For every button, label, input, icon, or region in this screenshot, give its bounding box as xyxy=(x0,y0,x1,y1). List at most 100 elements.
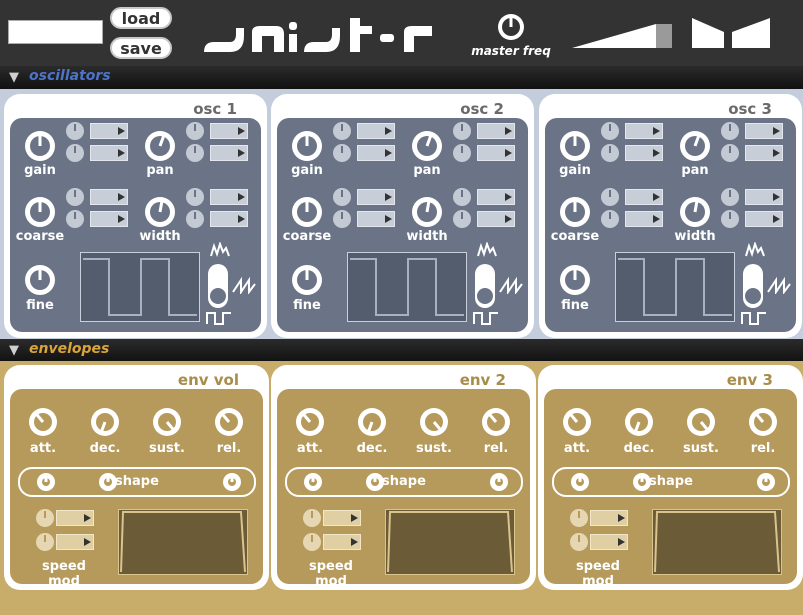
coarse-knob[interactable] xyxy=(291,196,323,228)
mod-amount-dial[interactable] xyxy=(333,144,351,162)
release-knob[interactable] xyxy=(214,407,244,437)
mod-source-dropdown[interactable] xyxy=(357,123,395,139)
preset-name-field[interactable] xyxy=(8,20,103,44)
mod-source-dropdown[interactable] xyxy=(56,534,94,550)
mod-source-dropdown[interactable] xyxy=(357,189,395,205)
width-knob[interactable] xyxy=(411,196,443,228)
mod-source-dropdown[interactable] xyxy=(90,123,128,139)
mod-amount-dial[interactable] xyxy=(66,122,84,140)
gain-knob[interactable] xyxy=(559,130,591,162)
toggle-handle[interactable] xyxy=(210,288,226,304)
shape-knob[interactable] xyxy=(489,472,509,492)
mod-amount-dial[interactable] xyxy=(721,188,739,206)
mod-amount-dial[interactable] xyxy=(186,210,204,228)
mod-amount-dial[interactable] xyxy=(333,210,351,228)
pan-knob[interactable] xyxy=(144,130,176,162)
attack-knob[interactable] xyxy=(295,407,325,437)
shape-knob[interactable] xyxy=(36,472,56,492)
mod-amount-dial[interactable] xyxy=(721,210,739,228)
waveform-toggle[interactable] xyxy=(475,264,495,308)
mod-source-dropdown[interactable] xyxy=(210,145,248,161)
volume-ramp-icon[interactable] xyxy=(572,20,672,50)
mod-source-dropdown[interactable] xyxy=(90,211,128,227)
fine-knob[interactable] xyxy=(291,264,323,296)
mod-amount-dial[interactable] xyxy=(601,144,619,162)
saw-wave-icon[interactable] xyxy=(767,276,791,294)
mod-source-dropdown[interactable] xyxy=(745,145,783,161)
waveform-toggle[interactable] xyxy=(743,264,763,308)
mod-source-dropdown[interactable] xyxy=(90,145,128,161)
noise-wave-icon[interactable] xyxy=(210,242,230,260)
width-knob[interactable] xyxy=(679,196,711,228)
mod-amount-dial[interactable] xyxy=(186,188,204,206)
mod-source-dropdown[interactable] xyxy=(590,510,628,526)
decay-knob[interactable] xyxy=(624,407,654,437)
mod-source-dropdown[interactable] xyxy=(210,211,248,227)
mod-amount-dial[interactable] xyxy=(601,210,619,228)
mod-source-dropdown[interactable] xyxy=(477,145,515,161)
mod-source-dropdown[interactable] xyxy=(477,211,515,227)
decay-knob[interactable] xyxy=(357,407,387,437)
mod-source-dropdown[interactable] xyxy=(357,211,395,227)
shape-knob[interactable] xyxy=(98,472,118,492)
mod-source-dropdown[interactable] xyxy=(323,510,361,526)
shape-knob[interactable] xyxy=(222,472,242,492)
mod-amount-dial[interactable] xyxy=(570,509,588,527)
shape-knob[interactable] xyxy=(303,472,323,492)
square-wave-icon[interactable] xyxy=(473,310,499,326)
mod-amount-dial[interactable] xyxy=(186,122,204,140)
mod-amount-dial[interactable] xyxy=(453,144,471,162)
mod-source-dropdown[interactable] xyxy=(477,123,515,139)
collapse-chevron-icon[interactable]: ▼ xyxy=(9,70,19,85)
mod-source-dropdown[interactable] xyxy=(210,123,248,139)
filter-shape-icon[interactable] xyxy=(692,18,772,48)
fine-knob[interactable] xyxy=(559,264,591,296)
mod-amount-dial[interactable] xyxy=(721,122,739,140)
mod-source-dropdown[interactable] xyxy=(56,510,94,526)
mod-amount-dial[interactable] xyxy=(721,144,739,162)
attack-knob[interactable] xyxy=(562,407,592,437)
waveform-toggle[interactable] xyxy=(208,264,228,308)
pan-knob[interactable] xyxy=(679,130,711,162)
mod-source-dropdown[interactable] xyxy=(90,189,128,205)
fine-knob[interactable] xyxy=(24,264,56,296)
noise-wave-icon[interactable] xyxy=(477,242,497,260)
mod-source-dropdown[interactable] xyxy=(477,189,515,205)
sustain-knob[interactable] xyxy=(152,407,182,437)
decay-knob[interactable] xyxy=(90,407,120,437)
gain-knob[interactable] xyxy=(24,130,56,162)
sustain-knob[interactable] xyxy=(419,407,449,437)
mod-amount-dial[interactable] xyxy=(453,122,471,140)
load-button[interactable]: load xyxy=(110,7,172,29)
mod-source-dropdown[interactable] xyxy=(625,145,663,161)
mod-amount-dial[interactable] xyxy=(601,122,619,140)
shape-knob[interactable] xyxy=(632,472,652,492)
mod-source-dropdown[interactable] xyxy=(745,123,783,139)
mod-amount-dial[interactable] xyxy=(453,210,471,228)
mod-amount-dial[interactable] xyxy=(66,210,84,228)
envelopes-section-header[interactable]: ▼ envelopes xyxy=(0,339,803,362)
saw-wave-icon[interactable] xyxy=(499,276,523,294)
width-knob[interactable] xyxy=(144,196,176,228)
mod-source-dropdown[interactable] xyxy=(323,534,361,550)
release-knob[interactable] xyxy=(748,407,778,437)
mod-amount-dial[interactable] xyxy=(303,509,321,527)
coarse-knob[interactable] xyxy=(24,196,56,228)
release-knob[interactable] xyxy=(481,407,511,437)
mod-source-dropdown[interactable] xyxy=(357,145,395,161)
toggle-handle[interactable] xyxy=(745,288,761,304)
mod-source-dropdown[interactable] xyxy=(625,189,663,205)
mod-amount-dial[interactable] xyxy=(303,533,321,551)
square-wave-icon[interactable] xyxy=(206,310,232,326)
collapse-chevron-icon[interactable]: ▼ xyxy=(9,343,19,358)
mod-amount-dial[interactable] xyxy=(601,188,619,206)
sustain-knob[interactable] xyxy=(686,407,716,437)
attack-knob[interactable] xyxy=(28,407,58,437)
mod-source-dropdown[interactable] xyxy=(745,211,783,227)
mod-source-dropdown[interactable] xyxy=(625,123,663,139)
mod-amount-dial[interactable] xyxy=(36,509,54,527)
square-wave-icon[interactable] xyxy=(741,310,767,326)
oscillators-section-header[interactable]: ▼ oscillators xyxy=(0,66,803,89)
mod-source-dropdown[interactable] xyxy=(210,189,248,205)
shape-knob[interactable] xyxy=(756,472,776,492)
